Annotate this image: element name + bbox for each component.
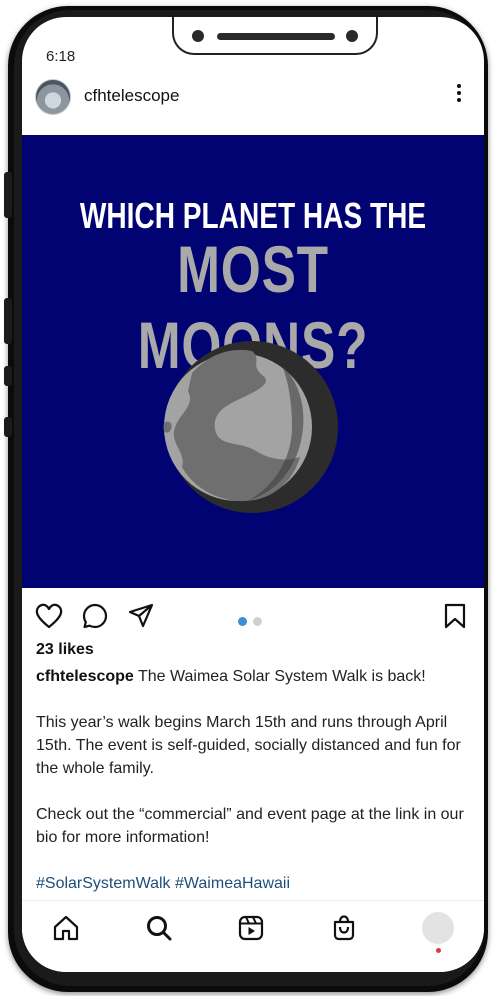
profile-avatar[interactable] (422, 912, 454, 944)
volume-down-button (4, 366, 12, 386)
carousel-indicator (238, 613, 268, 631)
post-actions (22, 597, 484, 641)
user-avatar[interactable] (35, 79, 71, 115)
speaker-grille (217, 33, 335, 40)
comment-icon[interactable] (82, 603, 108, 629)
shop-icon[interactable] (330, 914, 358, 942)
caption-username[interactable]: cfhtelescope (36, 668, 134, 685)
carousel-dot-active (238, 617, 247, 626)
caption-paragraph-1: This year’s walk begins March 15th and r… (36, 714, 461, 777)
caption-paragraph-2: Check out the “commercial” and event pag… (36, 806, 464, 846)
sensor (346, 30, 358, 42)
home-icon[interactable] (52, 914, 80, 942)
post-header: cfhtelescope (22, 79, 484, 135)
caption-hashtags[interactable]: #SolarSystemWalk #WaimeaHawaii (36, 872, 476, 895)
post-username[interactable]: cfhtelescope (84, 86, 179, 106)
likes-count[interactable]: 23 likes (36, 641, 94, 659)
notification-dot (436, 948, 441, 953)
more-options-icon[interactable] (454, 84, 464, 108)
heart-icon[interactable] (35, 603, 63, 629)
front-camera (192, 30, 204, 42)
post-caption: cfhtelescope The Waimea Solar System Wal… (36, 665, 476, 918)
share-icon[interactable] (128, 603, 154, 629)
bookmark-icon[interactable] (444, 603, 466, 629)
status-time: 6:18 (46, 48, 76, 65)
notch (172, 17, 378, 55)
search-icon[interactable] (145, 914, 173, 942)
post-image[interactable]: WHICH PLANET HAS THE MOST MOONS? (22, 135, 484, 588)
caption-intro: The Waimea Solar System Walk is back! (137, 668, 426, 685)
volume-up-button (4, 298, 12, 344)
carousel-dot (253, 617, 262, 626)
reels-icon[interactable] (237, 914, 265, 942)
phone-screen: 6:18 cfhtelescope WHICH PLANET HAS THE M… (22, 17, 484, 972)
side-button (4, 172, 12, 218)
side-button-small (4, 417, 12, 437)
planet-illustration (163, 341, 338, 513)
bottom-nav (22, 900, 484, 972)
